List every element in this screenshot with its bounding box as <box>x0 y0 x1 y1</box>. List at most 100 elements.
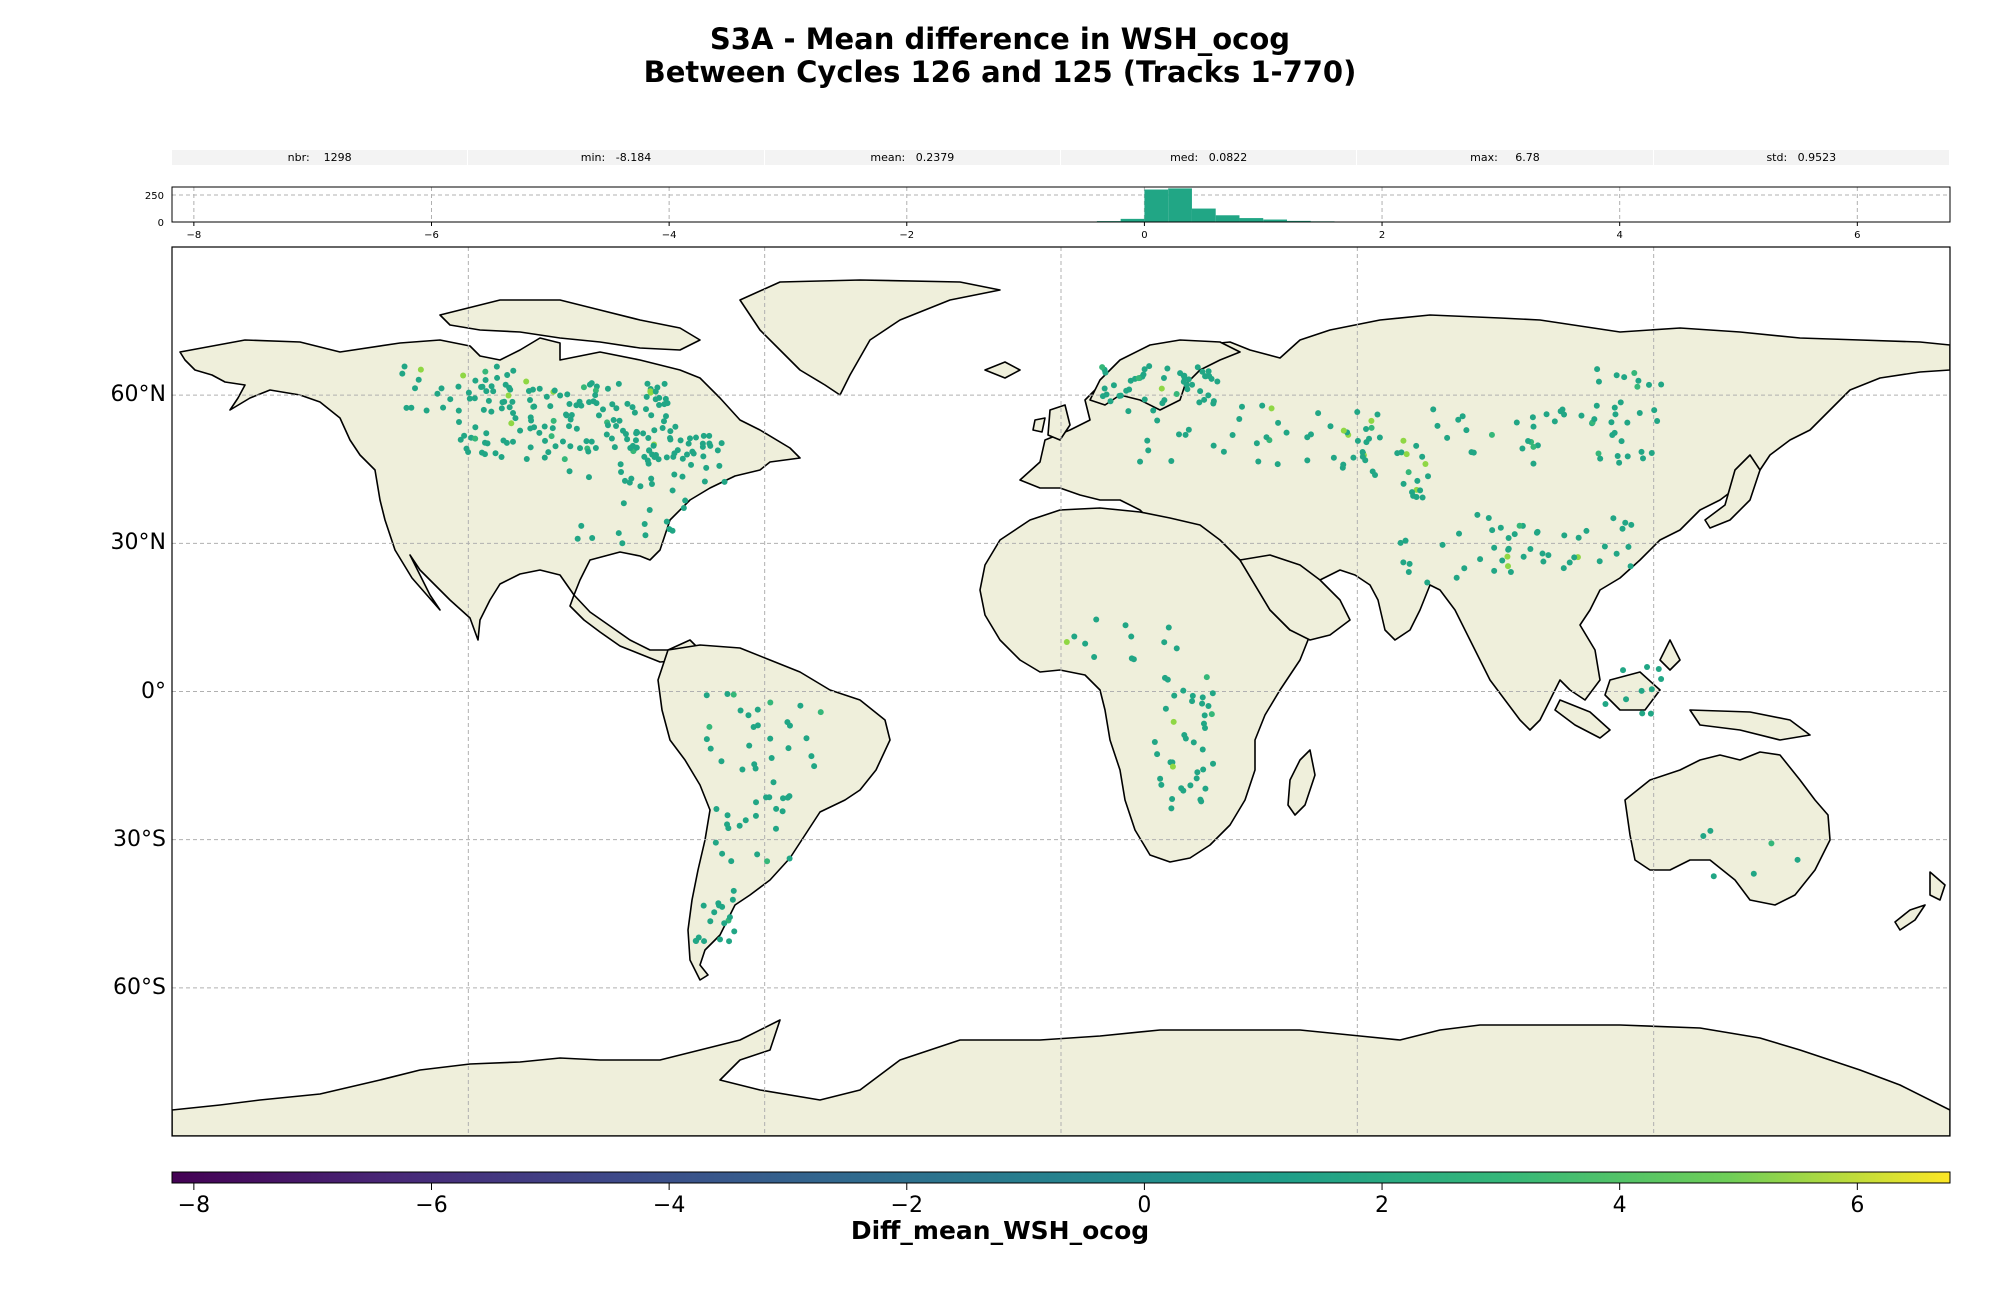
measurement-point <box>1122 622 1129 629</box>
measurement-point <box>736 822 743 829</box>
measurement-point <box>641 521 648 528</box>
measurement-point <box>642 406 649 413</box>
measurement-point <box>1187 782 1194 789</box>
measurement-point <box>1307 431 1314 438</box>
measurement-point <box>1658 675 1665 682</box>
measurement-point <box>730 691 737 698</box>
measurement-point <box>502 381 509 388</box>
measurement-point <box>753 799 760 806</box>
measurement-point <box>568 411 575 418</box>
measurement-point <box>661 380 668 387</box>
measurement-point <box>624 400 631 407</box>
measurement-point <box>1123 387 1130 394</box>
measurement-point <box>731 928 738 935</box>
measurement-point <box>1414 477 1421 484</box>
measurement-point <box>613 405 620 412</box>
measurement-point <box>488 408 495 415</box>
measurement-point <box>721 920 728 927</box>
measurement-point <box>707 745 714 752</box>
measurement-point <box>588 438 595 445</box>
measurement-point <box>619 540 626 547</box>
measurement-point <box>616 417 623 424</box>
measurement-point <box>1164 676 1171 683</box>
measurement-point <box>1405 469 1412 476</box>
measurement-point <box>508 420 515 427</box>
measurement-point <box>615 380 622 387</box>
lat-label-60s: 60°S <box>113 975 166 1000</box>
measurement-point <box>480 406 487 413</box>
measurement-point <box>674 447 681 454</box>
measurement-point <box>1178 785 1185 792</box>
measurement-point <box>1613 372 1620 379</box>
measurement-point <box>1150 407 1157 414</box>
measurement-point <box>684 451 691 458</box>
measurement-point <box>1595 450 1602 457</box>
measurement-point <box>701 478 708 485</box>
measurement-point <box>1613 550 1620 557</box>
measurement-point <box>1162 705 1169 712</box>
measurement-point <box>742 817 749 824</box>
measurement-point <box>589 535 596 542</box>
measurement-point <box>510 409 517 416</box>
measurement-point <box>482 368 489 375</box>
measurement-point <box>656 394 663 401</box>
measurement-point <box>541 454 548 461</box>
measurement-point <box>1283 429 1290 436</box>
measurement-point <box>1628 521 1635 528</box>
measurement-point <box>677 437 684 444</box>
measurement-point <box>620 500 627 507</box>
measurement-point <box>1304 457 1311 464</box>
measurement-point <box>1583 527 1590 534</box>
measurement-point <box>586 399 593 406</box>
measurement-point <box>1545 552 1552 559</box>
measurement-point <box>434 390 441 397</box>
measurement-point <box>627 445 634 452</box>
measurement-point <box>1619 525 1626 532</box>
measurement-point <box>724 812 731 819</box>
measurement-point <box>481 451 488 458</box>
measurement-point <box>652 388 659 395</box>
measurement-point <box>523 378 530 385</box>
measurement-point <box>482 377 489 384</box>
measurement-point <box>1634 383 1641 390</box>
measurement-point <box>670 453 677 460</box>
measurement-point <box>746 742 753 749</box>
measurement-point <box>1340 427 1347 434</box>
measurement-point <box>1093 616 1100 623</box>
measurement-point <box>633 444 640 451</box>
measurement-point <box>471 395 478 402</box>
measurement-point <box>548 433 555 440</box>
measurement-point <box>573 425 580 432</box>
measurement-point <box>1505 545 1512 552</box>
measurement-point <box>646 507 653 514</box>
measurement-point <box>721 478 728 485</box>
measurement-point <box>1170 718 1177 725</box>
measurement-point <box>1461 565 1468 572</box>
measurement-point <box>621 477 628 484</box>
measurement-point <box>754 706 761 713</box>
measurement-point <box>1102 369 1109 376</box>
measurement-point <box>1419 494 1426 501</box>
measurement-point <box>1491 567 1498 574</box>
measurement-point <box>669 487 676 494</box>
measurement-point <box>585 474 592 481</box>
measurement-point <box>1540 558 1547 565</box>
measurement-point <box>494 374 501 381</box>
measurement-point <box>1158 385 1165 392</box>
measurement-point <box>692 434 699 441</box>
measurement-point <box>1164 365 1171 372</box>
measurement-point <box>1491 544 1498 551</box>
measurement-point <box>566 468 573 475</box>
measurement-point <box>770 779 777 786</box>
world-map: 60°N 30°N 0° 30°S 60°S <box>111 246 1951 1137</box>
measurement-point <box>1201 396 1208 403</box>
measurement-point <box>1101 385 1108 392</box>
measurement-point <box>717 936 724 943</box>
measurement-point <box>1419 453 1426 460</box>
measurement-point <box>1205 392 1212 399</box>
measurement-point <box>1497 524 1504 531</box>
measurement-point <box>632 437 639 444</box>
measurement-point <box>1560 565 1567 572</box>
measurement-point <box>1513 419 1520 426</box>
measurement-point <box>718 440 725 447</box>
